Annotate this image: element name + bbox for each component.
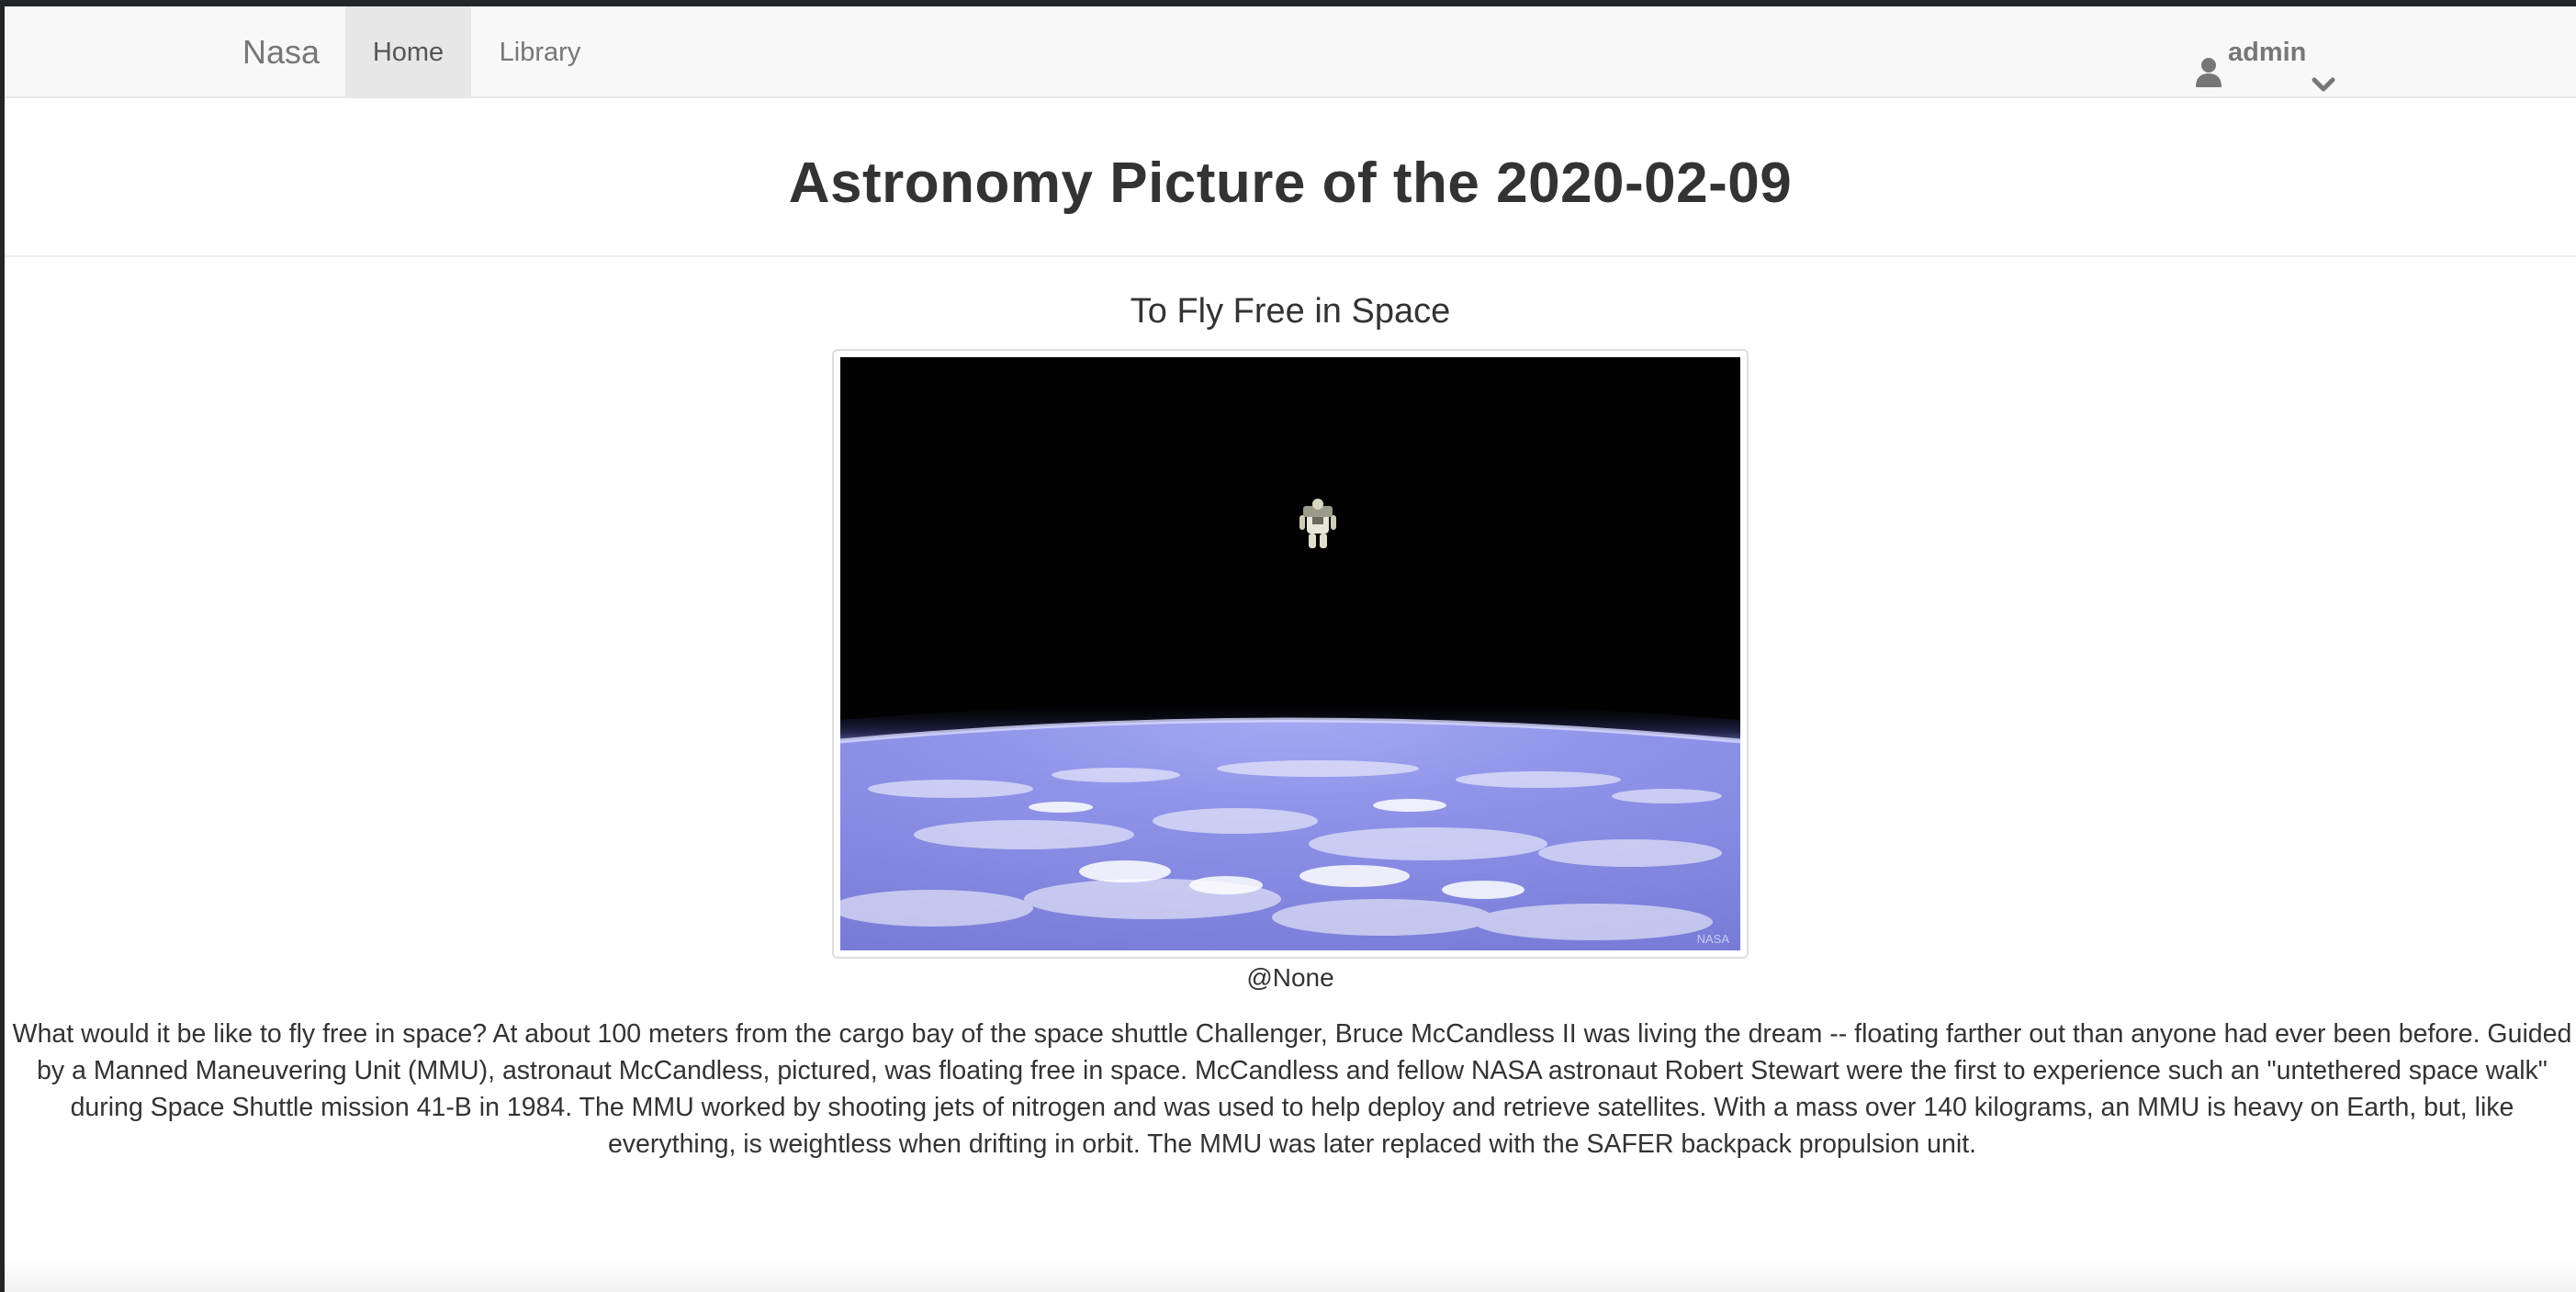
page-frame: Nasa Home Library admin Astronomy Pictur… xyxy=(0,0,2576,1292)
apod-image-thumbnail[interactable]: NASA xyxy=(832,349,1749,959)
user-name: admin xyxy=(2228,38,2307,67)
navbar-brand[interactable]: Nasa xyxy=(242,6,320,98)
apod-image: NASA xyxy=(840,357,1740,950)
apod-explanation: What would it be like to fly free in spa… xyxy=(12,1019,2572,1159)
user-icon xyxy=(2195,34,2222,88)
chevron-down-icon xyxy=(2312,40,2335,92)
top-navbar: Nasa Home Library admin xyxy=(5,6,2576,98)
nav-item-library[interactable]: Library xyxy=(471,6,609,98)
apod-credit: @None xyxy=(1246,963,1334,992)
image-watermark: NASA xyxy=(1697,932,1730,946)
page-title: Astronomy Picture of the 2020-02-09 xyxy=(788,152,1793,215)
page-header: Astronomy Picture of the 2020-02-09 xyxy=(5,98,2576,257)
bottom-fade xyxy=(5,1259,2576,1292)
apod-content: To Fly Free in Space NASA @None What wou… xyxy=(5,257,2576,1159)
nav-item-home[interactable]: Home xyxy=(345,6,471,98)
user-dropdown-toggle[interactable]: admin xyxy=(2195,6,2335,98)
apod-title: To Fly Free in Space xyxy=(1130,292,1451,331)
